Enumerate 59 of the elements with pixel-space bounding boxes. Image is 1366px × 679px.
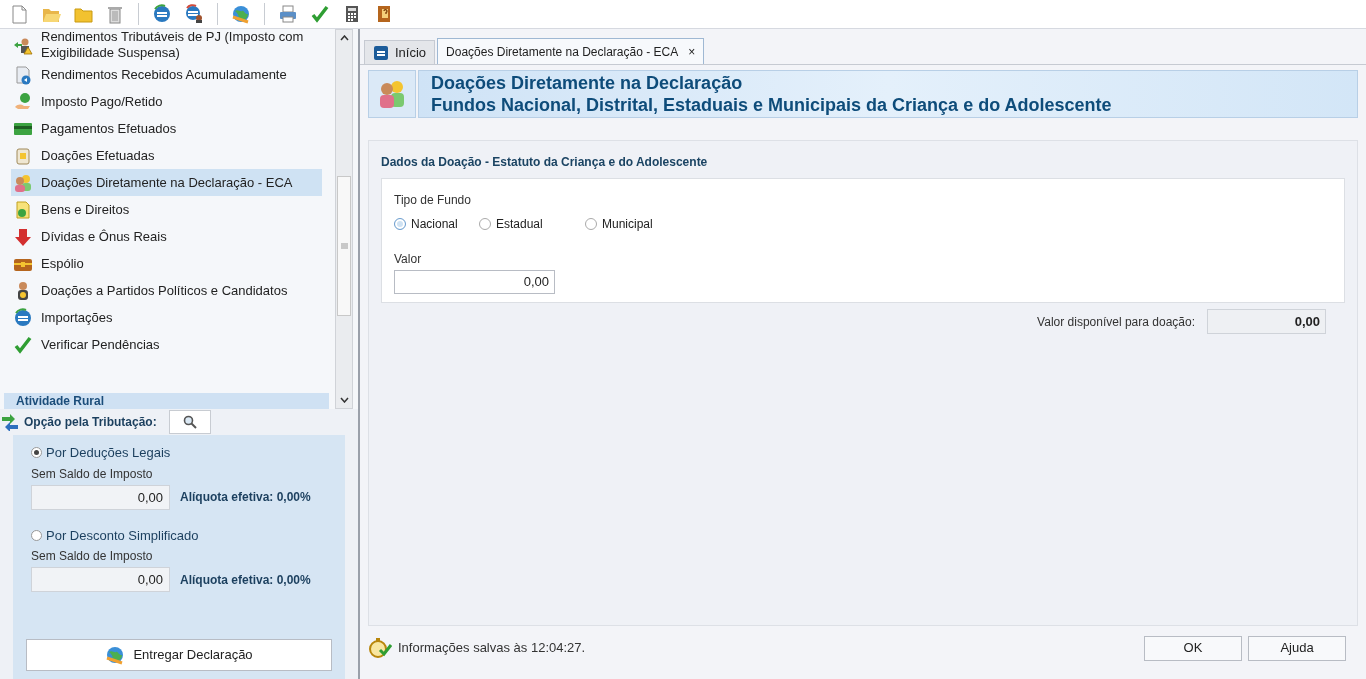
option-label: Por Desconto Simplificado <box>46 526 199 545</box>
checkmark-icon <box>13 334 33 355</box>
field-label: Tipo de Fundo <box>394 192 472 209</box>
radio-button[interactable] <box>31 529 42 541</box>
header-subtitle: Fundos Nacional, Distrital, Estaduais e Municipais da Criança e do Adolescente <box>431 94 1113 116</box>
down-arrow-icon <box>13 226 33 247</box>
scroll-thumb[interactable] <box>337 176 351 316</box>
timer-check-icon <box>368 637 392 659</box>
submit-declaration-button[interactable]: Entregar Declaração <box>26 639 332 671</box>
sidebar-item[interactable]: Rendimentos Recebidos Acumuladamente <box>11 61 322 88</box>
sidebar-item[interactable]: Imposto Pago/Retido <box>11 88 322 115</box>
field-label: Valor <box>394 251 423 268</box>
ok-button[interactable]: OK <box>1144 635 1242 661</box>
hand-coin-icon <box>13 91 33 112</box>
effective-rate: Alíquota efetiva: 0,00% <box>180 489 311 506</box>
section-title: Dados da Doação - Estatuto da Criança e do Adolescente <box>381 154 709 171</box>
close-icon[interactable]: × <box>688 42 696 61</box>
sidebar-item[interactable]: Doações a Partidos Políticos e Candidatos <box>11 277 322 304</box>
effective-rate: Alíquota efetiva: 0,00% <box>180 571 311 589</box>
field-label: Sem Saldo de Imposto <box>31 465 154 483</box>
tab[interactable]: Início <box>364 40 436 64</box>
radio-button[interactable] <box>394 218 406 230</box>
field-label: Sem Saldo de Imposto <box>31 548 154 565</box>
sidebar-item[interactable]: Importações <box>11 304 322 331</box>
option-label: Municipal <box>602 216 653 233</box>
sidebar-item[interactable]: Pagamentos Efetuados <box>11 115 322 142</box>
sidebar-item[interactable]: Doações Efetuadas <box>11 142 322 169</box>
sidebar-item[interactable]: Espólio <box>11 250 322 277</box>
sidebar-item[interactable]: Dívidas e Ônus Reais <box>11 223 322 250</box>
children-icon <box>13 172 33 193</box>
document-coin-icon <box>13 199 33 220</box>
search-icon <box>182 415 197 429</box>
search-button[interactable] <box>168 410 211 434</box>
taxation-title: Opção pela Tributação: <box>24 414 157 431</box>
globe-arrows-icon <box>13 307 33 328</box>
status-message: Informações salvas às 12:04:27. <box>398 639 586 658</box>
help-button[interactable]: Ajuda <box>1248 635 1346 661</box>
tab[interactable]: Doações Diretamente na Declaração - ECA × <box>437 38 705 64</box>
available-field: 0,00 <box>1207 309 1326 334</box>
amount-field: 0,00 <box>31 567 170 592</box>
available-label: Valor disponível para doação: <box>1037 313 1195 331</box>
value-field[interactable]: 0,00 <box>394 270 555 294</box>
sidebar-item[interactable]: Doações Diretamente na Declaração - ECA <box>11 169 322 196</box>
sidebar-item[interactable]: Bens e Direitos <box>11 196 322 223</box>
option-label: Por Deduções Legais <box>46 444 171 462</box>
section-header[interactable]: Atividade Rural <box>4 393 329 409</box>
option-label: Nacional <box>411 216 458 233</box>
sidebar-item[interactable]: Verificar Pendências <box>11 331 322 358</box>
sidebar-item[interactable]: Rendimentos Tributáveis de PJ (Imposto com Exigibilidade Suspensa) <box>11 29 322 61</box>
amount-field: 0,00 <box>31 484 170 510</box>
option-label: Estadual <box>496 216 543 233</box>
radio-button[interactable] <box>31 447 42 459</box>
radio-button[interactable] <box>479 218 491 230</box>
header-title: Doações Diretamente na Declaração <box>431 72 744 94</box>
swap-arrows-icon <box>0 413 20 431</box>
document-arrow-icon <box>13 64 33 85</box>
earth-icon <box>105 645 126 665</box>
radio-button[interactable] <box>585 218 597 230</box>
scrollbar[interactable] <box>335 29 353 409</box>
